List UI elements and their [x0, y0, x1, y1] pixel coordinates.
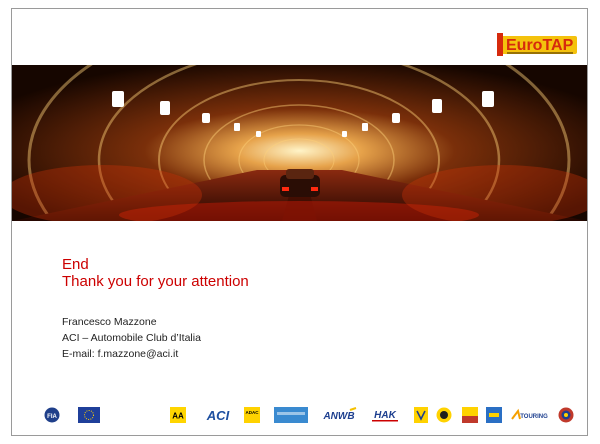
club-blue-logo-icon: [486, 407, 502, 423]
footer-logo-strip: FIA AA ACI ADAC ANWB HAK TOURING: [12, 405, 587, 427]
aa-logo-icon: AA: [170, 407, 186, 423]
slide-title-thanks: Thank you for your attention: [62, 273, 249, 290]
hak-logo-icon: HAK: [372, 410, 398, 422]
svg-text:ACI: ACI: [206, 408, 230, 423]
svg-text:AA: AA: [172, 412, 184, 421]
svg-text:HAK: HAK: [374, 410, 396, 421]
title-block: End Thank you for your attention: [62, 256, 249, 290]
svg-text:FIA: FIA: [47, 414, 57, 420]
eurotap-logo: EuroTAP: [497, 33, 577, 56]
tunnel-banner-image: [12, 65, 587, 221]
fia-logo-icon: FIA: [44, 407, 60, 423]
tcs-logo-icon: [558, 407, 574, 423]
touring-logo-icon: TOURING: [511, 408, 548, 420]
slide: EuroTAP End Thank you for your attention…: [11, 8, 588, 436]
anwb-logo-icon: ANWB: [322, 407, 357, 422]
oeamtc-logo-icon: [436, 407, 452, 423]
svg-text:TOURING: TOURING: [520, 414, 548, 420]
presenter-organization: ACI – Automobile Club d’Italia: [62, 332, 201, 344]
presenter-name: Francesco Mazzone: [62, 316, 157, 328]
aci-logo-icon: ACI: [206, 408, 230, 423]
touring-blue-logo-icon: [274, 407, 308, 423]
svg-text:EuroTAP: EuroTAP: [506, 37, 574, 54]
adac-logo-icon: ADAC: [244, 407, 260, 423]
automobile-club-badge-icon: [414, 407, 428, 423]
racc-logo-icon: [462, 407, 478, 423]
presenter-info: Francesco Mazzone ACI – Automobile Club …: [62, 314, 201, 362]
presenter-email: E-mail: f.mazzone@aci.it: [62, 348, 179, 360]
svg-text:ADAC: ADAC: [246, 410, 260, 415]
slide-title-end: End: [62, 256, 89, 273]
svg-text:ANWB: ANWB: [322, 411, 354, 422]
eu-flag-icon: [78, 407, 100, 423]
